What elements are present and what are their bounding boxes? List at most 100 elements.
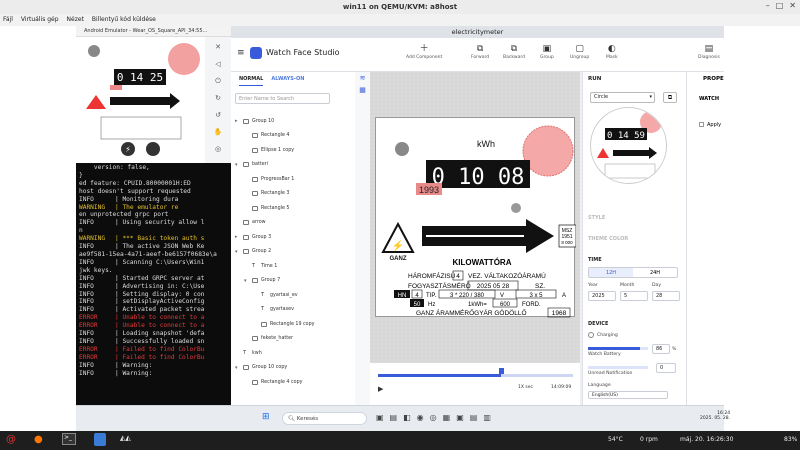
emulator-power-icon[interactable]: ⏻ xyxy=(215,75,221,87)
layer-item[interactable]: ▸ Group 3 xyxy=(233,230,353,245)
expand-icon[interactable]: ▾ xyxy=(235,162,240,168)
format-12h[interactable]: 12H xyxy=(589,268,633,277)
watch-face-design[interactable]: kWh 0 10 08 1993 ⚡ GANZ MSZ 1951 8 000 K… xyxy=(375,117,577,318)
battery-input[interactable]: 86 xyxy=(652,344,670,354)
layer-item[interactable]: T Time 1 xyxy=(233,259,353,274)
year-input[interactable]: 2025 xyxy=(588,291,616,301)
menu-vm[interactable]: Virtuális gép xyxy=(21,14,59,26)
firefox-icon[interactable]: ● xyxy=(34,434,43,445)
layer-item[interactable]: Rectangle 3 xyxy=(233,187,353,202)
tab-normal[interactable]: NORMAL xyxy=(239,72,264,86)
layer-item[interactable]: Rectangle 4 xyxy=(233,129,353,144)
rect-layer-icon xyxy=(252,379,258,385)
layer-item[interactable]: ▾ batteri xyxy=(233,158,353,173)
time-format-toggle: 12H 24H xyxy=(588,267,678,278)
tab-always-on[interactable]: ALWAYS-ON xyxy=(271,72,304,86)
add-component-button[interactable]: ＋ Add Component xyxy=(406,44,442,60)
emulator-camera-icon[interactable]: ◎ xyxy=(215,143,221,155)
layer-item[interactable]: Tgyartasi_ev xyxy=(233,288,353,303)
rect-layer-icon xyxy=(252,176,258,182)
layer-item[interactable]: Rectangle 4 copy xyxy=(233,375,353,390)
windows-start-icon[interactable]: ⊞ xyxy=(262,412,270,422)
terminal-icon[interactable]: >_ xyxy=(62,433,76,445)
expand-icon[interactable]: ▸ xyxy=(235,118,240,124)
language-select[interactable]: English(US) xyxy=(588,391,668,399)
terminal-level: INFO xyxy=(79,258,94,266)
shape-select[interactable]: Circle ▾ xyxy=(590,92,655,103)
layer-search-input[interactable]: Enter Name to Search xyxy=(235,93,330,104)
terminal-line: en unprotected grpc port xyxy=(79,211,228,219)
layer-item[interactable]: ▾ Group 10 copy xyxy=(233,361,353,376)
terminal-level: WARNING xyxy=(79,203,106,211)
layer-item[interactable]: Tkwh xyxy=(233,346,353,361)
layer-item[interactable]: Tgyartasev xyxy=(233,303,353,318)
ungroup-button[interactable]: ▢ Ungroup xyxy=(570,44,589,60)
debian-icon[interactable]: @ xyxy=(6,434,16,445)
layer-item[interactable]: ▸ Group 10 xyxy=(233,114,353,129)
terminal-line: INFO | The active JSON Web Ke xyxy=(79,243,228,251)
minimize-icon[interactable]: – xyxy=(766,1,770,10)
shape-select-value: Circle xyxy=(594,94,609,100)
emulator-screen[interactable]: 0 14 25 ⚡ xyxy=(76,37,205,163)
layer-item[interactable]: arrow xyxy=(233,216,353,231)
timeline-handle[interactable] xyxy=(498,368,504,374)
speed-select[interactable]: 1X sec xyxy=(518,385,533,390)
layer-item[interactable]: ▾ Group 7 xyxy=(233,274,353,289)
day-input[interactable]: 28 xyxy=(652,291,680,301)
style-section: STYLE xyxy=(588,215,606,221)
format-24h[interactable]: 24H xyxy=(633,268,677,277)
screenshot-icon[interactable]: ⧉ xyxy=(663,92,677,103)
emulator-rotate-left-icon[interactable]: ↺ xyxy=(215,109,221,121)
diagnosis-button[interactable]: ▤ Diagnosis xyxy=(698,44,720,60)
layer-item[interactable]: ▾ Group 2 xyxy=(233,245,353,260)
emulator-close-icon[interactable]: ✕ xyxy=(215,41,221,53)
emulator-back-icon[interactable]: ◁ xyxy=(215,58,220,70)
resources-icon[interactable]: ▦ xyxy=(359,86,366,94)
group-button[interactable]: ▣ Group xyxy=(540,44,554,60)
play-button[interactable]: ▶ xyxy=(378,385,383,393)
month-input[interactable]: 5 xyxy=(620,291,648,301)
host-clock[interactable]: máj. 20. 16:26:30 xyxy=(680,436,733,443)
apply-checkbox[interactable] xyxy=(699,122,704,127)
expand-icon[interactable]: ▾ xyxy=(244,278,249,284)
terminal-level: INFO xyxy=(79,330,94,338)
menu-send-key[interactable]: Billentyű kód küldése xyxy=(92,14,156,26)
month-label: Month xyxy=(620,283,635,288)
expand-icon[interactable]: ▾ xyxy=(235,365,240,371)
files-icon[interactable] xyxy=(94,433,106,446)
layer-item[interactable]: Rectangle 19 copy xyxy=(233,317,353,332)
layer-item[interactable]: Rectangle 5 xyxy=(233,201,353,216)
host-title: win11 on QEMU/KVM: a8host xyxy=(342,3,458,11)
mask-button[interactable]: ◐ Mask xyxy=(606,44,618,60)
vm-manager-icon[interactable]: ◭◭ xyxy=(120,434,131,442)
unread-input[interactable]: 0 xyxy=(656,363,676,373)
backward-button[interactable]: ⧉ Backward xyxy=(503,44,525,60)
taskbar-search[interactable]: 🔍︎ Keresés xyxy=(282,412,367,425)
row1-right: VEZ. VÁLTAKOZÓÁRAMÚ xyxy=(468,271,546,280)
emulator-rotate-icon[interactable]: ↻ xyxy=(215,92,221,104)
terminal-level: INFO xyxy=(79,298,94,306)
rect-layer-icon xyxy=(252,133,258,139)
unread-slider[interactable] xyxy=(588,366,648,369)
expand-icon[interactable]: ▾ xyxy=(235,249,240,255)
taskbar-apps[interactable]: ▣▤◧◉◎▦▣▤▥ xyxy=(376,413,497,422)
ungroup-icon: ▢ xyxy=(575,44,584,54)
maximize-icon[interactable]: □ xyxy=(776,1,784,10)
timeline-progress xyxy=(378,374,501,377)
expand-icon[interactable]: ▸ xyxy=(235,234,240,240)
layers-icon[interactable]: ≋ xyxy=(360,74,366,82)
forward-button[interactable]: ⧉ Forward xyxy=(471,44,489,60)
terminal-text: | Unable to connect to a xyxy=(115,314,205,322)
charging-radio[interactable] xyxy=(588,332,594,338)
layer-item[interactable]: ProgressBar 1 xyxy=(233,172,353,187)
layer-item[interactable]: fekete_hatter xyxy=(233,332,353,347)
terminal-window[interactable]: version: false,} ed feature: CPUID.800000… xyxy=(76,163,231,405)
close-icon[interactable]: ✕ xyxy=(789,1,796,10)
layer-item[interactable]: Ellipse 1 copy xyxy=(233,143,353,158)
menu-file[interactable]: Fájl xyxy=(3,14,13,26)
project-tab[interactable]: electricitymeter xyxy=(231,26,724,38)
vm-clock[interactable]: 16:24 2025. 05. 28. xyxy=(700,411,730,421)
hamburger-menu-icon[interactable]: ≡ xyxy=(237,48,245,58)
menu-view[interactable]: Nézet xyxy=(67,14,84,26)
emulator-palm-icon[interactable]: ✋ xyxy=(214,126,223,138)
